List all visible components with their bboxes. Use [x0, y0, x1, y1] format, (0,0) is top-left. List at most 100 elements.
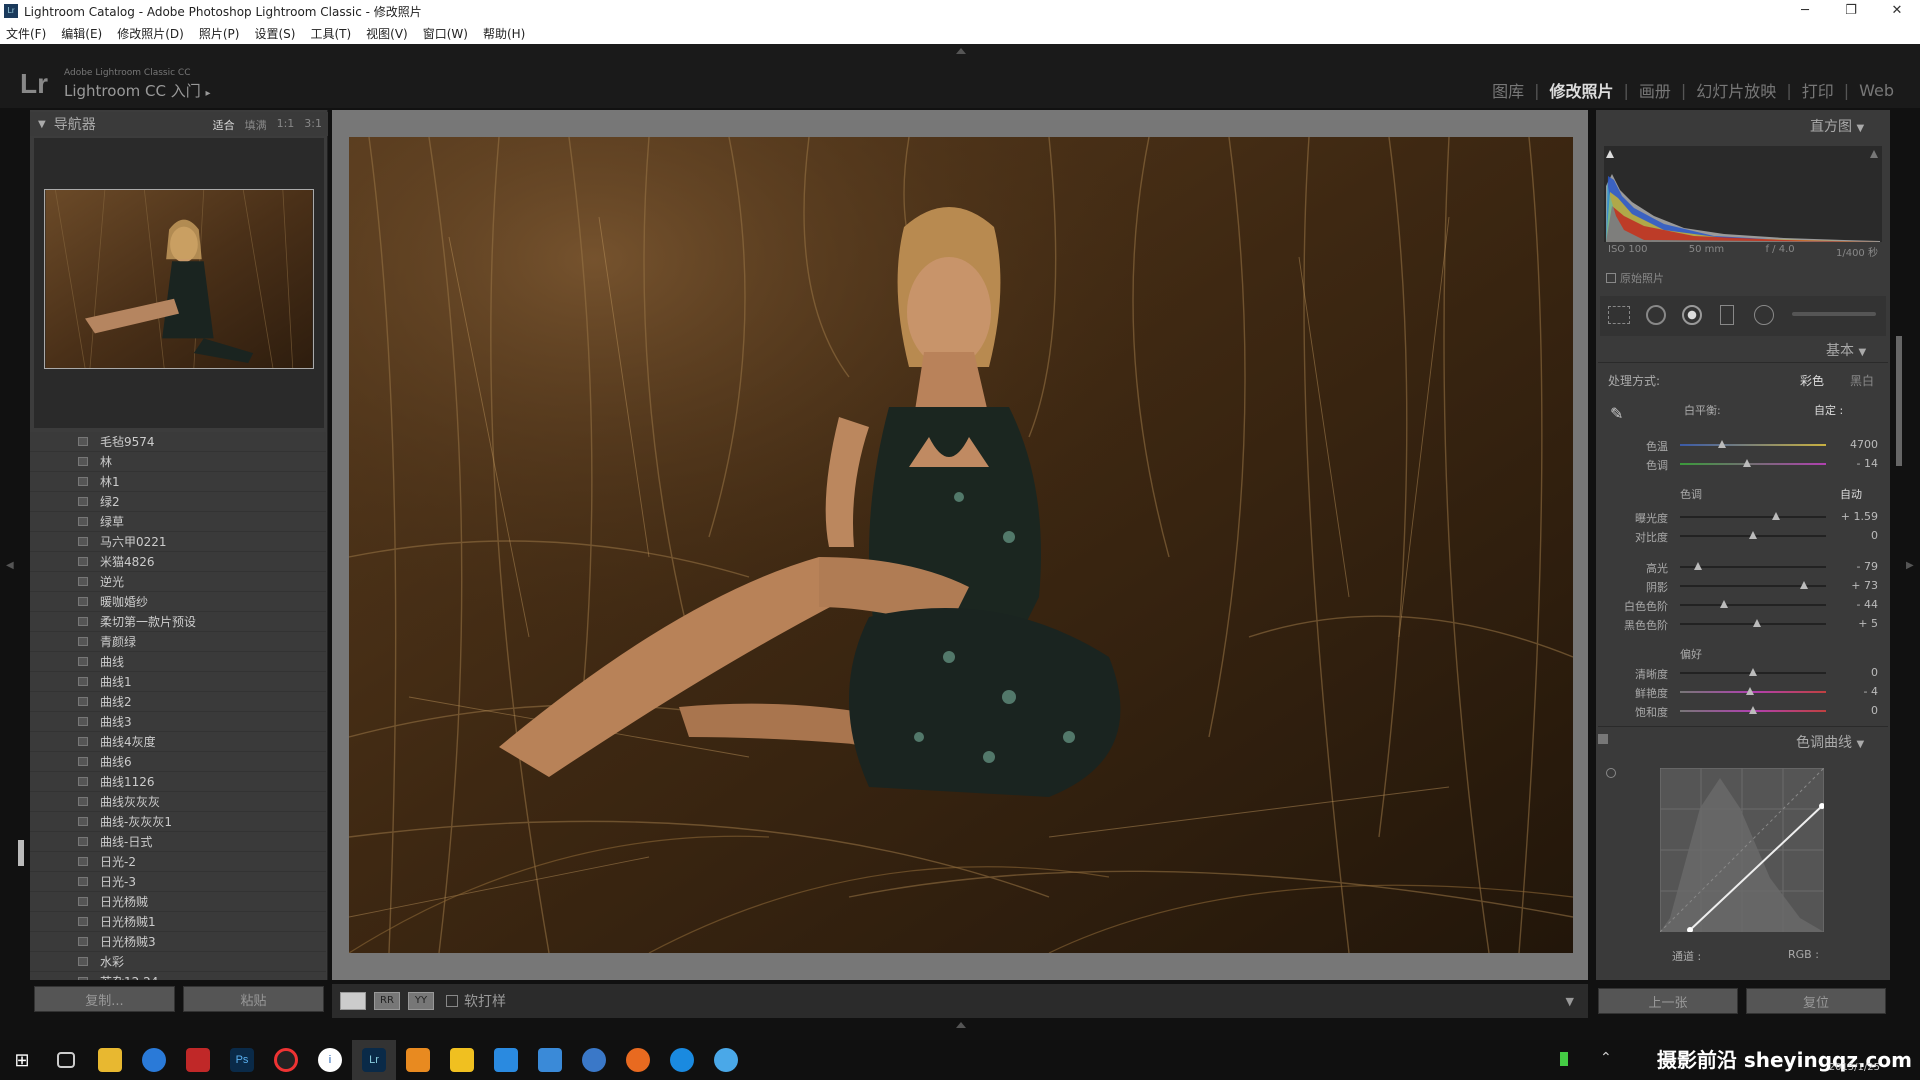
preset-item[interactable]: 曲线1 — [30, 672, 326, 692]
reset-button[interactable]: 复位 — [1746, 988, 1886, 1014]
taskbar-info[interactable]: i — [308, 1040, 352, 1080]
slider-value[interactable]: 0 — [1838, 704, 1878, 717]
slider-track[interactable] — [1680, 566, 1826, 568]
preset-item[interactable]: 日光-3 — [30, 872, 326, 892]
zoom-3-1[interactable]: 3:1 — [304, 117, 322, 133]
slider-thumb[interactable] — [1719, 600, 1728, 608]
slider-thumb[interactable] — [1772, 512, 1781, 520]
slider-value[interactable]: + 5 — [1838, 617, 1878, 630]
right-panel-toggle-icon[interactable]: ▶ — [1906, 560, 1914, 571]
slider-value[interactable]: + 73 — [1838, 579, 1878, 592]
taskbar-lightroom[interactable]: Lr — [352, 1040, 396, 1080]
preset-item[interactable]: 曲线灰灰灰 — [30, 792, 326, 812]
preset-item[interactable]: 马六甲0221 — [30, 532, 326, 552]
radial-filter-icon[interactable] — [1754, 305, 1774, 325]
preset-item[interactable]: 日光杨贼 — [30, 892, 326, 912]
minimize-button[interactable]: ─ — [1782, 0, 1828, 22]
taskbar-app-firefox[interactable] — [616, 1040, 660, 1080]
paste-button[interactable]: 粘贴 — [183, 986, 324, 1012]
preset-item[interactable]: 柔切第一款片预设 — [30, 612, 326, 632]
slider-value[interactable]: - 4 — [1838, 685, 1878, 698]
before-after-tb-icon[interactable]: YY — [408, 992, 434, 1010]
slider-value[interactable]: + 1.59 — [1838, 510, 1878, 523]
taskbar-photoshop[interactable]: Ps — [220, 1040, 264, 1080]
preset-item[interactable]: 曲线 — [30, 652, 326, 672]
taskbar-app-network[interactable] — [528, 1040, 572, 1080]
top-panel-toggle-icon[interactable] — [956, 48, 966, 54]
white-balance-select[interactable]: 自定 : — [1814, 402, 1843, 418]
target-adjust-icon[interactable] — [1606, 768, 1616, 778]
preset-item[interactable]: 曲线-灰灰灰1 — [30, 812, 326, 832]
menu-settings[interactable]: 设置(S) — [254, 25, 295, 42]
menu-file[interactable]: 文件(F) — [6, 25, 46, 42]
graduated-filter-icon[interactable] — [1720, 305, 1734, 325]
tone-curve-title[interactable]: 色调曲线 ▼ — [1796, 732, 1864, 752]
zoom-fill[interactable]: 填满 — [245, 117, 267, 133]
left-panel-toggle-icon[interactable]: ◀ — [6, 560, 14, 571]
battery-icon[interactable] — [1560, 1052, 1568, 1066]
slider-track[interactable] — [1680, 463, 1826, 465]
before-after-lr-icon[interactable]: RR — [374, 992, 400, 1010]
loupe-view-icon[interactable] — [340, 992, 366, 1010]
preset-item[interactable]: 苏杂12.24 — [30, 972, 326, 980]
auto-tone-button[interactable]: 自动 — [1840, 486, 1862, 502]
slider-thumb[interactable] — [1746, 687, 1755, 695]
crop-tool-icon[interactable] — [1608, 306, 1630, 324]
preset-item[interactable]: 日光-2 — [30, 852, 326, 872]
slider-value[interactable]: 0 — [1838, 666, 1878, 679]
start-button[interactable]: ⊞ — [0, 1040, 44, 1080]
module-develop[interactable]: 修改照片 — [1549, 78, 1613, 102]
menu-photo[interactable]: 照片(P) — [199, 25, 240, 42]
taskbar-app-orange[interactable] — [396, 1040, 440, 1080]
preset-item[interactable]: 日光杨贼3 — [30, 932, 326, 952]
slider-value[interactable]: - 79 — [1838, 560, 1878, 573]
previous-button[interactable]: 上一张 — [1598, 988, 1738, 1014]
taskbar-explorer[interactable] — [88, 1040, 132, 1080]
slider-value[interactable]: - 14 — [1838, 457, 1878, 470]
taskbar-app-ie[interactable] — [660, 1040, 704, 1080]
preset-item[interactable]: 曲线4灰度 — [30, 732, 326, 752]
treatment-bw[interactable]: 黑白 — [1850, 372, 1874, 389]
slider-thumb[interactable] — [1800, 581, 1809, 589]
toolbar-content-chevron-down-icon[interactable]: ▼ — [1566, 995, 1574, 1008]
preset-item[interactable]: 绿草 — [30, 512, 326, 532]
slider-value[interactable]: - 44 — [1838, 598, 1878, 611]
histogram-chart[interactable] — [1604, 146, 1882, 242]
preset-item[interactable]: 曲线2 — [30, 692, 326, 712]
menu-window[interactable]: 窗口(W) — [423, 25, 468, 42]
close-button[interactable]: ✕ — [1874, 0, 1920, 22]
red-eye-icon[interactable] — [1682, 305, 1702, 325]
histogram-title[interactable]: 直方图 ▼ — [1810, 116, 1864, 136]
menu-develop[interactable]: 修改照片(D) — [117, 25, 184, 42]
tray-chevron-up-icon[interactable]: ⌃ — [1600, 1050, 1612, 1066]
zoom-fit[interactable]: 适合 — [213, 117, 235, 133]
preset-item[interactable]: 暖咖婚纱 — [30, 592, 326, 612]
slider-thumb[interactable] — [1753, 619, 1762, 627]
original-photo-toggle[interactable]: 原始照片 — [1606, 270, 1664, 286]
menu-edit[interactable]: 编辑(E) — [61, 25, 102, 42]
slider-thumb[interactable] — [1749, 668, 1757, 676]
taskbar-app-yellow[interactable] — [440, 1040, 484, 1080]
navigator-thumbnail[interactable] — [44, 189, 314, 369]
slider-value[interactable]: 4700 — [1838, 438, 1878, 451]
preset-item[interactable]: 米猫4826 — [30, 552, 326, 572]
panel-switch-icon[interactable] — [1598, 734, 1608, 744]
module-web[interactable]: Web — [1859, 81, 1894, 100]
slider-thumb[interactable] — [1749, 531, 1757, 539]
slider-thumb[interactable] — [1743, 459, 1752, 467]
preset-item[interactable]: 曲线6 — [30, 752, 326, 772]
navigator-header[interactable]: ▼ 导航器 适合 填满 1:1 3:1 — [30, 112, 328, 136]
filmstrip-toggle-icon[interactable] — [956, 1022, 966, 1028]
taskbar-app-blue[interactable] — [484, 1040, 528, 1080]
slider-thumb[interactable] — [1749, 706, 1757, 714]
main-photo[interactable] — [349, 137, 1573, 953]
module-book[interactable]: 画册 — [1639, 78, 1671, 102]
taskbar-app-red[interactable] — [176, 1040, 220, 1080]
module-slideshow[interactable]: 幻灯片放映 — [1696, 78, 1776, 102]
adjustment-brush-icon[interactable] — [1792, 312, 1876, 316]
preset-item[interactable]: 逆光 — [30, 572, 326, 592]
restore-button[interactable]: ❐ — [1828, 0, 1874, 22]
slider-track[interactable] — [1680, 604, 1826, 606]
tone-curve-graph[interactable] — [1660, 768, 1824, 932]
taskbar-app-chat[interactable] — [704, 1040, 748, 1080]
